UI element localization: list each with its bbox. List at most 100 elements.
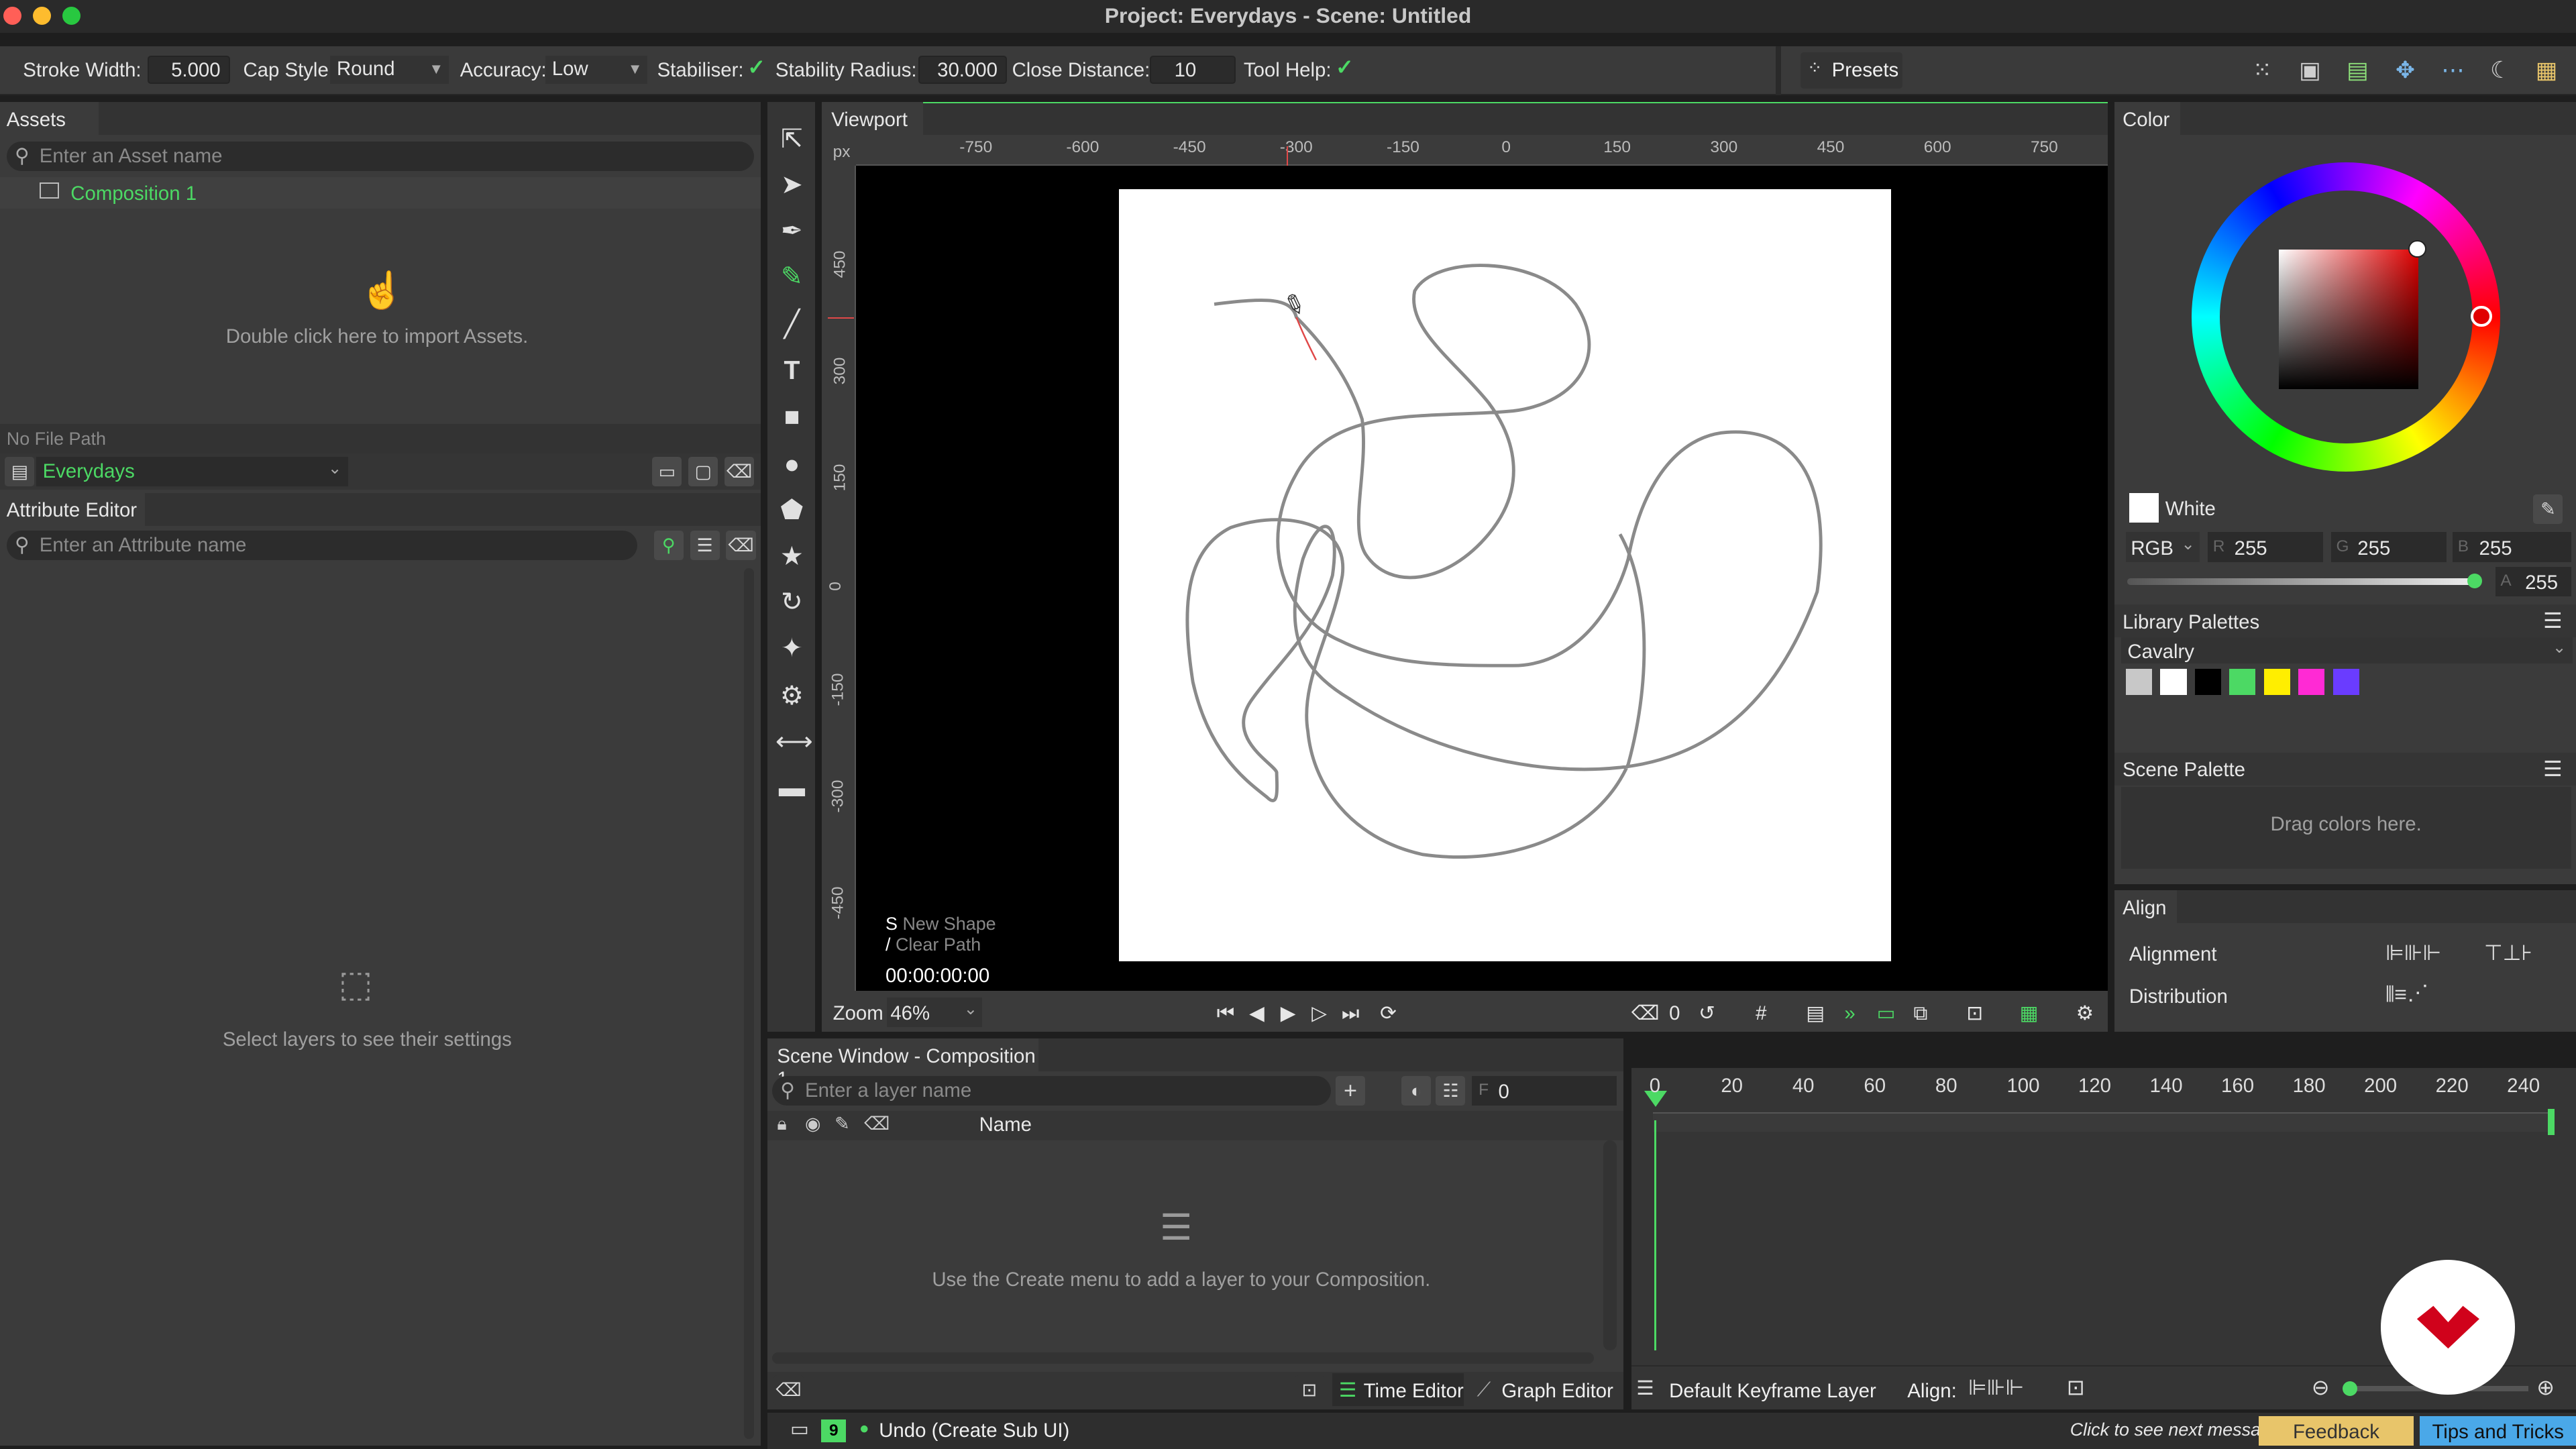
arc-icon[interactable]: ☾ xyxy=(2484,54,2517,87)
project-icon[interactable]: ▤ xyxy=(5,456,35,486)
add-layer-button[interactable]: + xyxy=(1336,1076,1366,1106)
list-item[interactable]: Composition 1 xyxy=(0,177,761,209)
rectangle-icon[interactable]: ■ xyxy=(775,401,808,434)
blue-field[interactable]: B 255 xyxy=(2453,532,2571,562)
palette-swatch[interactable] xyxy=(2160,668,2187,695)
go-to-end-icon[interactable]: ⏭ xyxy=(1337,1000,1363,1026)
name-column-header[interactable]: Name xyxy=(979,1114,1032,1136)
drawn-path[interactable] xyxy=(1119,189,1891,961)
green-field[interactable]: G 255 xyxy=(2331,532,2447,562)
next-message-link[interactable]: Click to see next message xyxy=(2070,1419,2281,1440)
align-left-icon[interactable]: ▤ xyxy=(2341,54,2374,87)
palette-swatch[interactable] xyxy=(2126,668,2153,695)
message-icon[interactable]: ▭ xyxy=(790,1417,809,1441)
hue-handle[interactable] xyxy=(2471,305,2493,327)
close-distance-field[interactable]: 10 xyxy=(1150,56,1236,84)
grid-icon[interactable]: # xyxy=(1748,1000,1774,1026)
menu-icon[interactable]: ☰ xyxy=(2543,756,2563,782)
filter-icon[interactable]: ☰ xyxy=(690,531,720,561)
bounds-icon[interactable]: ⊡ xyxy=(1962,1000,1988,1026)
tips-button[interactable]: Tips and Tricks xyxy=(2420,1416,2576,1446)
pick-layer-icon[interactable]: ⚲ xyxy=(653,531,684,561)
arc-icon[interactable]: ↻ xyxy=(775,586,808,619)
tool-help-checkbox[interactable]: ✓ xyxy=(1336,56,1358,78)
asset-search-input[interactable]: ⚲ Enter an Asset name xyxy=(6,141,755,171)
zoom-in-icon[interactable]: ⊕ xyxy=(2536,1375,2555,1400)
palette-swatch[interactable] xyxy=(2332,668,2359,695)
fast-forward-icon[interactable]: » xyxy=(1837,1000,1863,1026)
horizontal-scrollbar[interactable] xyxy=(772,1352,1594,1364)
solo-icon[interactable]: ◐ xyxy=(1401,1076,1432,1106)
rotate-icon[interactable]: ↺ xyxy=(1694,1000,1720,1026)
saturation-square[interactable] xyxy=(2278,250,2418,390)
gear-icon[interactable]: ⚙ xyxy=(775,680,808,713)
align-vertical-icon[interactable]: ⊤⊥⊦ xyxy=(2484,940,2532,965)
step-forward-icon[interactable]: ▷ xyxy=(1306,1000,1332,1026)
polygon-icon[interactable]: ⬟ xyxy=(775,494,808,527)
line-icon[interactable]: ╱ xyxy=(775,309,808,341)
stabiliser-checkbox[interactable]: ✓ xyxy=(747,56,770,78)
alpha-field[interactable]: A 255 xyxy=(2496,566,2571,596)
settings-gear-icon[interactable]: ⚙ xyxy=(2072,1000,2098,1026)
zoom-select[interactable]: 46% ⌄ xyxy=(887,997,983,1027)
pencil-icon[interactable]: ✎ xyxy=(775,261,808,294)
tag-icon[interactable]: ⌫ xyxy=(864,1114,890,1134)
stability-radius-field[interactable]: 30.000 xyxy=(918,56,1008,84)
scrollbar[interactable] xyxy=(1603,1140,1617,1351)
align-horizontal-icon[interactable]: ⊫⊪⊩ xyxy=(2385,940,2441,965)
layout-icon[interactable]: ▦ xyxy=(2530,54,2563,87)
timeline-ruler[interactable] xyxy=(1652,1112,2553,1132)
keyframe-layer-label[interactable]: Default Keyframe Layer xyxy=(1669,1380,1876,1403)
presets-button[interactable]: ⁘ Presets xyxy=(1801,52,1902,89)
composition-frame[interactable]: ✎ xyxy=(1118,189,1891,961)
pen-icon[interactable]: ✒ xyxy=(775,215,808,248)
palette-swatch[interactable] xyxy=(2263,668,2290,695)
graph-editor-tab[interactable]: ⟋ Graph Editor xyxy=(1470,1373,1615,1406)
monitor-icon[interactable]: ▭ xyxy=(1873,1000,1899,1026)
keyframe-layer-icon[interactable]: ☰ xyxy=(1636,1377,1654,1400)
pen-icon[interactable]: ✎ xyxy=(835,1114,850,1134)
ruler-top[interactable]: -750 -600 -450 -300 -150 0 150 300 450 6… xyxy=(855,138,2108,166)
menu-icon[interactable]: ☰ xyxy=(2543,608,2563,633)
capsule-icon[interactable]: ▬ xyxy=(775,772,808,805)
composition-add-icon[interactable]: ▢ xyxy=(688,456,718,486)
ruler-left[interactable]: 450 300 150 0 -150 -300 -450 xyxy=(821,166,856,991)
eye-icon[interactable]: ◉ xyxy=(805,1114,821,1134)
lock-icon[interactable]: 🔒︎ xyxy=(777,1114,786,1135)
time-editor-tab[interactable]: ☰ Time Editor xyxy=(1332,1373,1464,1407)
play-icon[interactable]: ▶ xyxy=(1275,1000,1301,1026)
canvas-area[interactable]: ✎ S New Shape / Clear Path 00:00:00:00 xyxy=(855,166,2108,991)
folder-icon[interactable]: ▭ xyxy=(652,456,682,486)
feedback-button[interactable]: Feedback xyxy=(2259,1416,2414,1446)
trash-icon[interactable]: ⌫ xyxy=(724,456,755,486)
star-icon[interactable]: ★ xyxy=(775,541,808,574)
filter-icon[interactable]: ☷ xyxy=(1436,1076,1466,1106)
color-mode-select[interactable]: RGB ⌄ xyxy=(2126,532,2200,562)
tag-icon[interactable]: ⌫ xyxy=(773,1375,804,1405)
frame-icon[interactable]: ⊡ xyxy=(1294,1375,1324,1405)
scene-palette-dropzone[interactable]: Drag colors here. xyxy=(2121,787,2571,869)
align-keys-icon[interactable]: ⊫⊪⊩ xyxy=(1968,1375,2024,1400)
sparkle-icon[interactable]: ✦ xyxy=(775,633,808,665)
cap-style-select[interactable]: Round ▼ xyxy=(330,56,449,84)
accuracy-select[interactable]: Low ▼ xyxy=(545,56,647,84)
ellipse-icon[interactable]: ● xyxy=(775,449,808,482)
fit-icon[interactable]: ⊡ xyxy=(2067,1375,2085,1400)
palette-select[interactable]: Cavalry ⌄ xyxy=(2121,637,2573,664)
loop-icon[interactable]: ⟳ xyxy=(1375,1000,1401,1026)
overlay-icon[interactable]: ⧉ xyxy=(1907,1000,1933,1026)
checker-icon[interactable]: ▦ xyxy=(2016,1000,2042,1026)
palette-swatch[interactable] xyxy=(2194,668,2222,695)
attribute-search-input[interactable]: ⚲ Enter an Attribute name xyxy=(6,531,638,561)
clear-icon[interactable]: ⌫ xyxy=(726,531,756,561)
zoom-out-icon[interactable]: ⊖ xyxy=(2312,1375,2330,1400)
grid-dots-icon[interactable]: ⁙ xyxy=(2246,54,2279,87)
layer-search-input[interactable]: ⚲ Enter a layer name xyxy=(772,1076,1331,1106)
palette-swatch[interactable] xyxy=(2229,668,2256,695)
project-select[interactable]: Everydays ⌄ xyxy=(36,456,349,486)
eraser-icon[interactable]: ⌫ xyxy=(1631,1000,1660,1026)
go-to-start-icon[interactable]: ⏮ xyxy=(1212,1000,1238,1026)
resize-horizontal-icon[interactable]: ⟷ xyxy=(775,726,813,759)
palette-swatch[interactable] xyxy=(2298,668,2325,695)
frame-field[interactable]: F 0 xyxy=(1472,1076,1617,1106)
